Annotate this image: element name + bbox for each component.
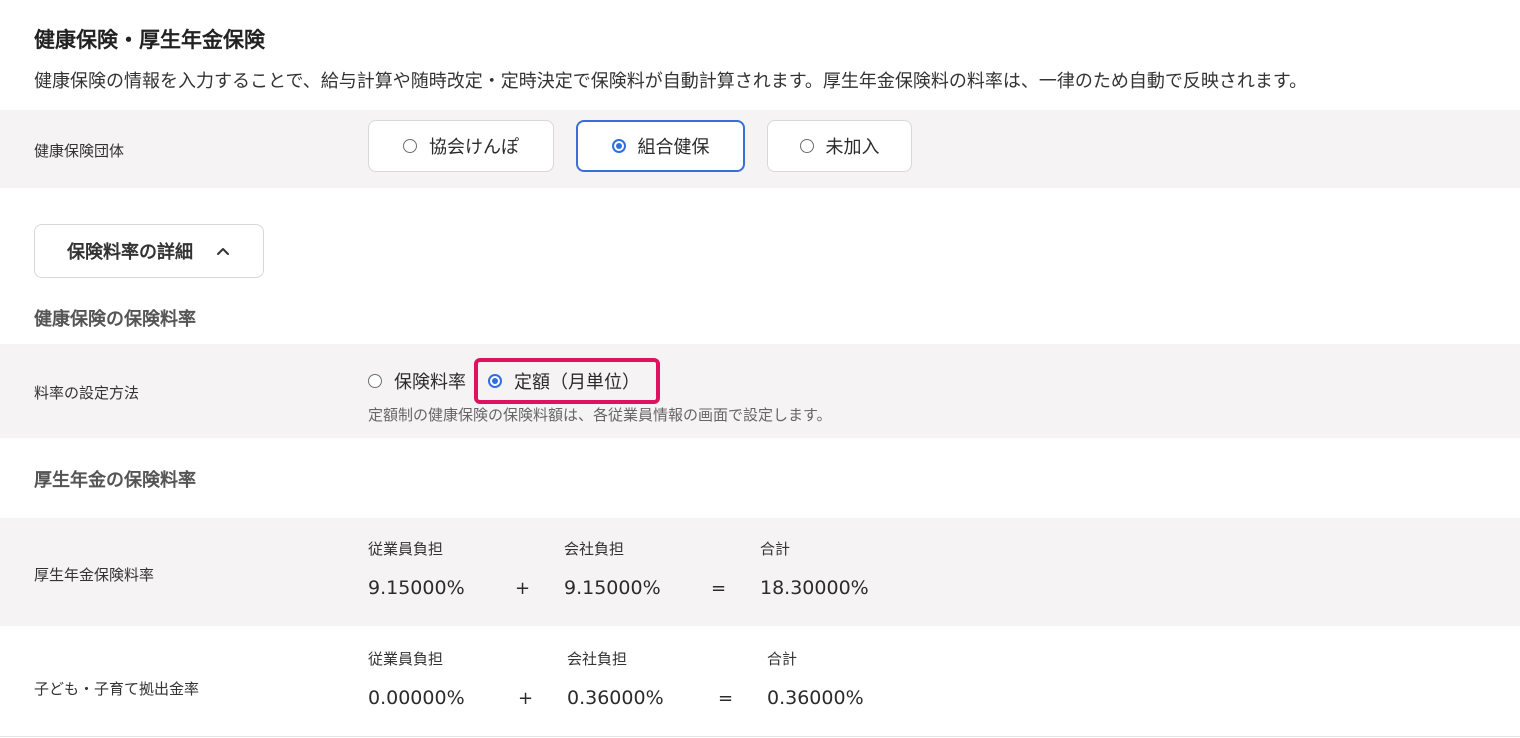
rate-details-toggle-button[interactable]: 保険料率の詳細 xyxy=(34,224,264,278)
company-share-header: 会社負担 xyxy=(564,540,625,558)
employee-share-value: 0.00000% xyxy=(368,687,465,709)
equals-sign: = xyxy=(718,688,734,709)
pension-rate-heading: 厚生年金の保険料率 xyxy=(34,470,196,491)
total-header: 合計 xyxy=(767,650,798,668)
radio-checked-icon xyxy=(488,374,502,388)
plus-sign: + xyxy=(515,578,531,599)
option-fixed-monthly[interactable]: 定額（月単位） xyxy=(474,358,660,404)
rate-method-row: 料率の設定方法 保険料率 定額（月単位） 定額制の健康保険の保険料額は、各従業員… xyxy=(0,344,1520,438)
option-label: 保険料率 xyxy=(394,372,466,393)
total-share: 合計 0.36000% xyxy=(767,648,864,709)
radio-unchecked-icon xyxy=(403,139,417,153)
employee-share-header: 従業員負担 xyxy=(368,650,444,668)
section-title: 健康保険・厚生年金保険 xyxy=(34,28,265,52)
health-insurance-org-row: 健康保険団体 協会けんぽ 組合健保 未加入 xyxy=(0,110,1520,188)
section-description: 健康保険の情報を入力することで、給与計算や随時改定・定時決定で保険料が自動計算さ… xyxy=(34,71,1308,92)
fixed-rate-note: 定額制の健康保険の保険料額は、各従業員情報の画面で設定します。 xyxy=(368,406,832,424)
option-kyokai-kenpo[interactable]: 協会けんぽ xyxy=(368,120,554,172)
option-label: 協会けんぽ xyxy=(429,137,519,158)
employee-share: 従業員負担 0.00000% xyxy=(368,648,465,709)
employee-share-header: 従業員負担 xyxy=(368,540,444,558)
total-header: 合計 xyxy=(760,540,791,558)
company-share: 会社負担 9.15000% xyxy=(564,538,661,599)
radio-unchecked-icon xyxy=(368,374,382,388)
bottom-divider xyxy=(0,736,1520,737)
company-share-value: 0.36000% xyxy=(567,687,664,709)
equals-sign: = xyxy=(711,578,727,599)
option-premium-rate[interactable]: 保険料率 xyxy=(368,368,466,394)
option-label: 未加入 xyxy=(825,137,880,158)
pension-rate-label: 厚生年金保険料率 xyxy=(34,566,155,584)
child-contribution-label: 子ども・子育て拠出金率 xyxy=(34,680,200,698)
health-insurance-org-label: 健康保険団体 xyxy=(34,142,125,160)
child-contribution-row: 子ども・子育て拠出金率 従業員負担 0.00000% + 会社負担 0.3600… xyxy=(0,628,1520,736)
total-share: 合計 18.30000% xyxy=(760,538,869,599)
employee-share-value: 9.15000% xyxy=(368,577,465,599)
option-label: 定額（月単位） xyxy=(514,372,640,393)
radio-unchecked-icon xyxy=(799,139,814,153)
pension-rate-row: 厚生年金保険料率 従業員負担 9.15000% + 会社負担 9.15000% … xyxy=(0,518,1520,626)
rate-details-toggle-label: 保険料率の詳細 xyxy=(67,242,193,263)
health-rate-heading: 健康保険の保険料率 xyxy=(34,309,196,330)
option-label: 組合健保 xyxy=(637,137,710,158)
total-value: 0.36000% xyxy=(767,687,864,709)
chevron-up-icon xyxy=(217,248,229,255)
employee-share: 従業員負担 9.15000% xyxy=(368,538,465,599)
rate-method-label: 料率の設定方法 xyxy=(34,384,140,402)
option-mikanyu[interactable]: 未加入 xyxy=(767,120,912,172)
radio-checked-icon xyxy=(611,139,626,153)
company-share-header: 会社負担 xyxy=(567,650,628,668)
total-value: 18.30000% xyxy=(760,577,869,599)
plus-sign: + xyxy=(518,688,534,709)
option-kumiai-kenpo[interactable]: 組合健保 xyxy=(576,120,745,172)
company-share: 会社負担 0.36000% xyxy=(567,648,664,709)
company-share-value: 9.15000% xyxy=(564,577,661,599)
